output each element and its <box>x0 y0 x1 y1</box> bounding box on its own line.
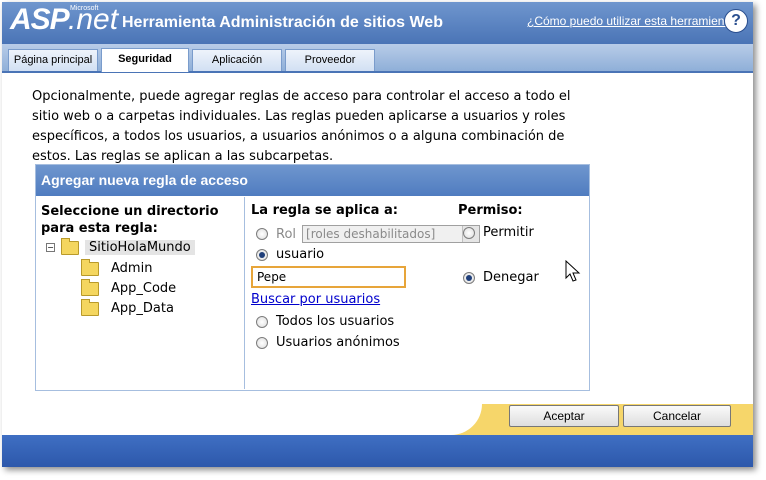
allow-row: Permitir <box>463 225 534 240</box>
folder-icon <box>81 278 99 296</box>
help-link[interactable]: ¿Cómo puedo utilizar esta herramienta? <box>527 14 741 28</box>
accept-button[interactable]: Aceptar <box>509 405 619 427</box>
logo-net: .net <box>68 3 119 36</box>
footer-curve <box>2 404 482 435</box>
user-row: usuario <box>256 247 324 262</box>
deny-row: Denegar <box>463 270 539 285</box>
directory-heading: Seleccione un directorio para esta regla… <box>41 204 219 236</box>
user-label: usuario <box>276 247 325 262</box>
all-users-row: Todos los usuarios <box>256 314 394 329</box>
collapse-icon[interactable]: − <box>46 243 55 252</box>
column-divider <box>244 197 245 389</box>
tree-node-app-data[interactable]: App_Data <box>81 298 174 316</box>
folder-icon <box>81 298 99 316</box>
tree-root-label[interactable]: SitioHolaMundo <box>85 240 195 255</box>
access-rule-panel: Agregar nueva regla de acceso Seleccione… <box>35 164 590 391</box>
tree-node-label[interactable]: App_Code <box>111 281 176 296</box>
all-users-radio[interactable] <box>256 315 268 328</box>
allow-radio[interactable] <box>463 226 475 239</box>
tree-node-label[interactable]: App_Data <box>111 301 174 316</box>
all-users-label: Todos los usuarios <box>276 314 395 329</box>
role-label: Rol <box>276 226 297 242</box>
app-title: Herramienta Administración de sitios Web <box>122 14 443 31</box>
cancel-button[interactable]: Cancelar <box>623 405 731 427</box>
tree-node-app-code[interactable]: App_Code <box>81 278 176 296</box>
help-icon[interactable]: ? <box>724 9 748 33</box>
allow-label: Permitir <box>483 225 534 240</box>
mouse-cursor-icon <box>565 260 581 282</box>
tab-home[interactable]: Página principal <box>8 49 98 71</box>
admin-window: ASP Microsoft .net Herramienta Administr… <box>2 2 753 467</box>
tree-node-label[interactable]: Admin <box>111 261 152 276</box>
user-name-input[interactable]: Pepe <box>251 266 406 288</box>
anonymous-users-row: Usuarios anónimos <box>256 335 400 350</box>
folder-icon <box>61 237 79 255</box>
tree-root[interactable]: − SitioHolaMundo <box>46 237 195 255</box>
anonymous-users-radio[interactable] <box>256 336 268 349</box>
tree-node-admin[interactable]: Admin <box>81 258 152 276</box>
logo-asp: ASP <box>10 3 70 36</box>
role-select-value: [roles deshabilitados] <box>306 227 436 241</box>
intro-text: Opcionalmente, puede agregar reglas de a… <box>32 89 571 164</box>
search-users-link[interactable]: Buscar por usuarios <box>251 292 380 307</box>
deny-radio[interactable] <box>463 271 475 284</box>
header-bar: ASP Microsoft .net Herramienta Administr… <box>2 2 753 44</box>
panel-title: Agregar nueva regla de acceso <box>36 165 589 196</box>
role-radio[interactable] <box>256 228 268 240</box>
bottom-band <box>2 435 753 467</box>
role-select: [roles deshabilitados] ▼ <box>302 225 481 243</box>
role-row: Rol [roles deshabilitados] ▼ <box>256 225 481 243</box>
user-radio[interactable] <box>256 248 268 261</box>
tab-security[interactable]: Seguridad <box>101 48 189 72</box>
deny-label: Denegar <box>483 270 539 285</box>
folder-icon <box>81 258 99 276</box>
tab-application[interactable]: Aplicación <box>192 49 282 71</box>
tab-provider[interactable]: Proveedor <box>285 49 375 71</box>
anonymous-users-label: Usuarios anónimos <box>276 335 400 350</box>
permission-heading: Permiso: <box>458 203 523 218</box>
tab-bar: Página principal Seguridad Aplicación Pr… <box>2 44 753 73</box>
rule-applies-heading: La regla se aplica a: <box>251 203 398 218</box>
